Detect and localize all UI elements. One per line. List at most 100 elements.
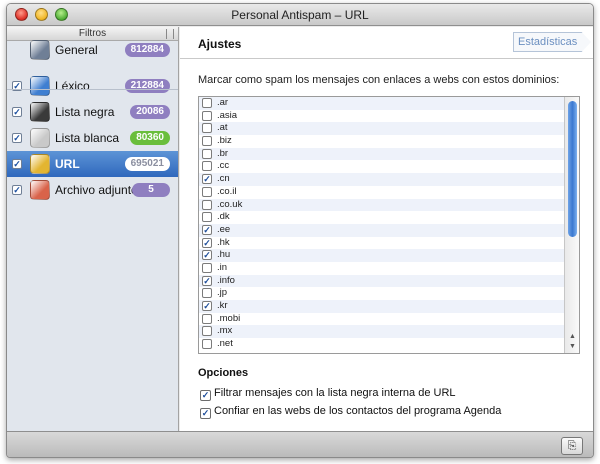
domain-label: .mx	[217, 325, 233, 337]
export-icon[interactable]: ⎘	[561, 437, 583, 455]
domain-checkbox[interactable]	[202, 339, 212, 350]
domain-row[interactable]: ✓ .kr	[199, 300, 565, 313]
filter-enabled-checkbox[interactable]: ✓	[12, 159, 22, 169]
count-badge: 812884	[124, 43, 170, 57]
domain-checkbox[interactable]	[202, 123, 212, 134]
lexicon-icon	[30, 76, 50, 96]
domain-checkbox[interactable]	[202, 326, 212, 337]
domain-checkbox[interactable]	[202, 288, 212, 299]
domain-row[interactable]: .in	[199, 262, 565, 275]
domain-label: .ar	[217, 97, 229, 108]
count-badge: 5	[132, 183, 170, 197]
domain-row[interactable]: .br	[199, 147, 565, 161]
panel-divider	[180, 58, 593, 59]
sidebar-divider	[7, 89, 178, 90]
domain-row[interactable]: ✓ .cn	[199, 173, 565, 186]
domain-checkbox[interactable]	[202, 148, 212, 159]
domain-label: .net	[217, 338, 233, 350]
domain-checkbox[interactable]	[202, 212, 212, 223]
sidebar-item-lista-blanca[interactable]: ✓ Lista blanca 80360	[7, 125, 178, 151]
options-title: Opciones	[198, 367, 249, 379]
url-icon	[30, 154, 50, 174]
domain-label: .ee	[217, 223, 231, 235]
blacklist-icon	[30, 102, 50, 122]
option-checkbox[interactable]: ✓	[200, 390, 211, 401]
settings-panel: Ajustes Estadísticas Marcar como spam lo…	[180, 27, 593, 431]
count-badge: 80360	[130, 131, 170, 145]
domain-row[interactable]: .at	[199, 122, 565, 136]
domain-row[interactable]: .jp	[199, 287, 565, 300]
domain-checkbox[interactable]	[202, 199, 212, 210]
sidebar-item-label: Archivo adjunto	[55, 183, 138, 197]
statistics-button[interactable]: Estadísticas	[513, 32, 591, 52]
domain-label: .hu	[217, 249, 231, 261]
domain-checkbox[interactable]	[202, 110, 212, 121]
title-bar: Personal Antispam – URL	[7, 4, 593, 26]
domain-row[interactable]: .mobi	[199, 313, 565, 326]
scroll-down-arrow-icon[interactable]: ▼	[568, 343, 577, 351]
attachment-icon	[30, 180, 50, 200]
domain-row[interactable]: .ar	[199, 97, 565, 110]
domain-row[interactable]: ✓ .info	[199, 274, 565, 288]
domain-row[interactable]: .mx	[199, 325, 565, 339]
option-trust-contacts[interactable]: ✓ Confiar en las webs de los contactos de…	[200, 405, 501, 419]
domain-row[interactable]: .co.uk	[199, 198, 565, 212]
domain-row[interactable]: .biz	[199, 135, 565, 148]
window-title: Personal Antispam – URL	[231, 8, 369, 22]
domain-row[interactable]: ✓ .hu	[199, 249, 565, 262]
scroll-up-arrow-icon[interactable]: ▲	[568, 333, 577, 341]
domain-row[interactable]: .cc	[199, 160, 565, 173]
filter-enabled-checkbox[interactable]: ✓	[12, 107, 22, 117]
domain-checkbox[interactable]: ✓	[202, 275, 212, 286]
domain-checkbox[interactable]	[202, 262, 212, 273]
sidebar-item-lista-negra[interactable]: ✓ Lista negra 20086	[7, 99, 178, 125]
minimize-icon[interactable]	[35, 8, 48, 21]
domain-label: .hk	[217, 236, 230, 248]
domain-label: .biz	[217, 135, 232, 147]
domains-scrollbar[interactable]: ▲ ▼	[564, 97, 579, 353]
domain-checkbox[interactable]: ✓	[202, 301, 212, 311]
filters-sidebar: Filtros General 812884 ✓ Léxico 212884 ✓ Lista…	[7, 27, 179, 431]
domain-label: .in	[217, 261, 228, 273]
sidebar-item-general[interactable]: General 812884	[7, 37, 178, 63]
domain-label: .br	[217, 147, 229, 159]
domain-checkbox[interactable]: ✓	[202, 174, 212, 185]
domain-label: .cn	[217, 173, 230, 185]
panel-title: Ajustes	[198, 37, 242, 51]
sidebar-item-archivo-adjunto[interactable]: ✓ Archivo adjunto 5	[7, 177, 178, 203]
domain-row[interactable]: .net	[199, 338, 565, 351]
general-icon	[30, 40, 50, 60]
domain-checkbox[interactable]: ✓	[202, 224, 212, 235]
filter-enabled-checkbox[interactable]: ✓	[12, 133, 22, 143]
domain-checkbox[interactable]: ✓	[202, 250, 212, 261]
domain-row[interactable]: .dk	[199, 211, 565, 224]
option-internal-blacklist[interactable]: ✓ Filtrar mensajes con la lista negra int…	[200, 387, 456, 401]
domain-checkbox[interactable]	[202, 161, 212, 172]
close-icon[interactable]	[15, 8, 28, 21]
zoom-icon[interactable]	[55, 8, 68, 21]
domains-list[interactable]: .ar .asia .at .biz .br .cc ✓ .cn .co.il .co.uk .dk…	[198, 96, 580, 354]
domain-label: .mobi	[217, 312, 241, 324]
domain-checkbox[interactable]	[202, 313, 212, 324]
scrollbar-thumb[interactable]	[568, 101, 577, 237]
app-window: Personal Antispam – URL Filtros General 8…	[6, 3, 594, 458]
sidebar-item-léxico[interactable]: ✓ Léxico 212884	[7, 73, 178, 99]
domain-checkbox[interactable]	[202, 98, 212, 108]
sidebar-item-label: Léxico	[55, 79, 90, 93]
filter-enabled-checkbox[interactable]: ✓	[12, 185, 22, 195]
bottom-toolbar: ⎘	[7, 431, 593, 457]
sidebar-item-label: General	[55, 43, 98, 57]
domain-checkbox[interactable]	[202, 136, 212, 147]
domain-row[interactable]: .co.il	[199, 186, 565, 199]
domain-row[interactable]: .asia	[199, 110, 565, 123]
domain-label: .cc	[217, 160, 230, 172]
sidebar-item-url[interactable]: ✓ URL 695021	[7, 151, 178, 177]
option-checkbox[interactable]: ✓	[200, 408, 211, 419]
domain-row[interactable]: ✓ .hk	[199, 237, 565, 250]
domains-instruction: Marcar como spam los mensajes con enlace…	[198, 74, 560, 86]
sidebar-item-label: Lista negra	[55, 105, 115, 119]
domain-label: .co.il	[217, 185, 237, 197]
domain-row[interactable]: ✓ .ee	[199, 223, 565, 237]
domain-checkbox[interactable]	[202, 186, 212, 197]
domain-checkbox[interactable]: ✓	[202, 237, 212, 248]
